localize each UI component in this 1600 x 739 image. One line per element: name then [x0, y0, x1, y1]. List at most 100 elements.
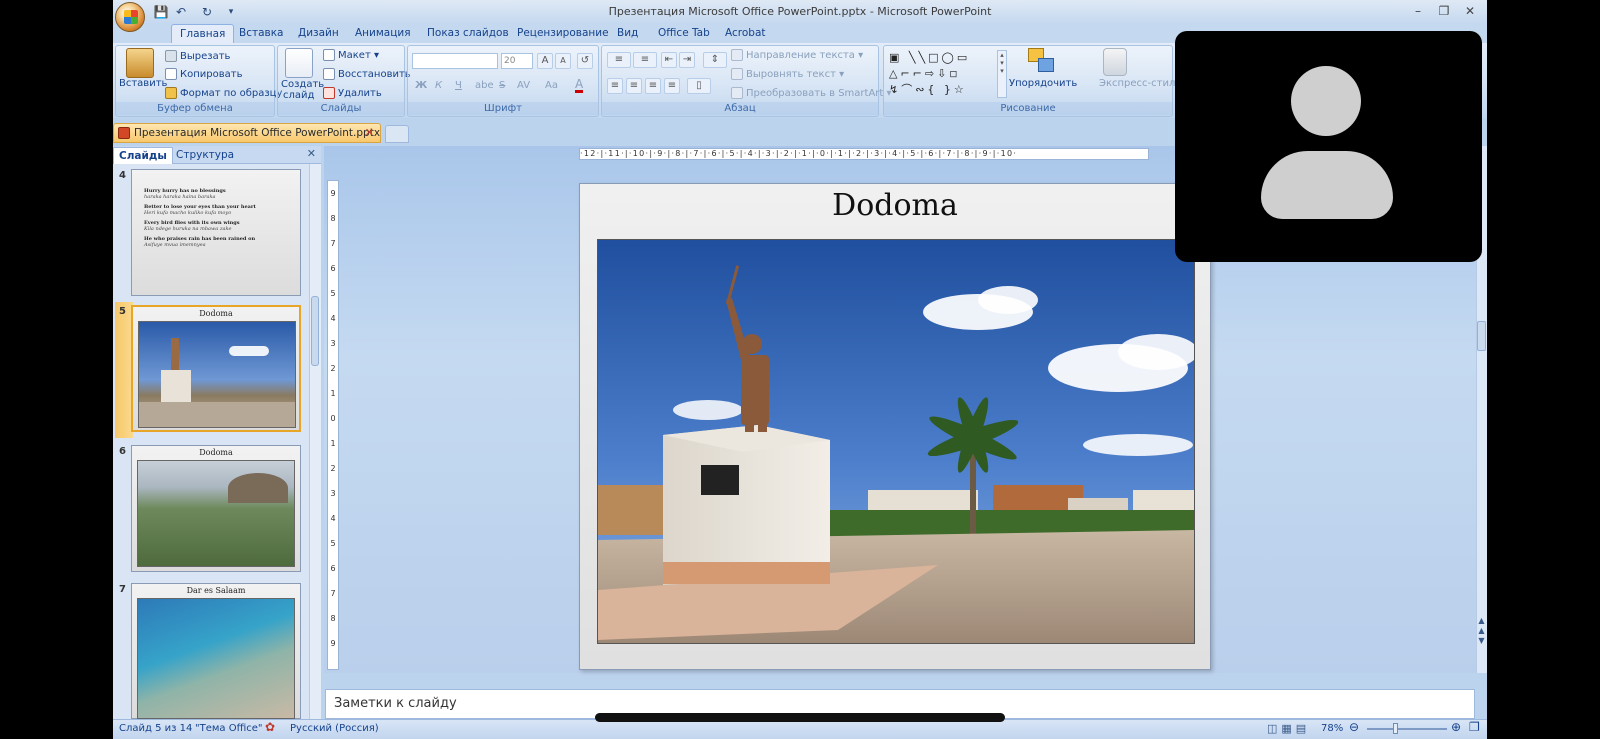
- increase-indent-button[interactable]: ⇥: [679, 52, 695, 68]
- format-painter-button[interactable]: Формат по образцу: [165, 87, 282, 99]
- view-buttons[interactable]: ◫▦▤: [1267, 722, 1310, 735]
- text-direction-button[interactable]: Направление текста ▾: [731, 49, 863, 61]
- font-size-combo[interactable]: 20: [501, 53, 533, 69]
- proverb: Every bird flies with its own wings Kila …: [144, 220, 240, 232]
- tab-insert[interactable]: Вставка: [231, 24, 292, 44]
- align-right-button[interactable]: ≡: [645, 78, 661, 94]
- prev-next-slide-icons[interactable]: ▲ ▲ ▼: [1477, 616, 1486, 646]
- italic-button[interactable]: К: [435, 80, 442, 91]
- grow-font-button[interactable]: A: [537, 53, 553, 69]
- dodoma-statue-photo[interactable]: [597, 239, 1195, 644]
- change-case-button[interactable]: Aa: [545, 80, 558, 91]
- convert-smartart-button[interactable]: Преобразовать в SmartArt ▾: [731, 87, 892, 99]
- zoom-in-icon[interactable]: ⊕: [1451, 720, 1461, 734]
- text-direction-icon: [731, 49, 743, 61]
- slide-title: Dodoma: [199, 309, 233, 318]
- slide-number: 7: [119, 584, 126, 595]
- tab-animation[interactable]: Анимация: [347, 24, 419, 44]
- zoom-slider[interactable]: [1367, 728, 1447, 730]
- zoom-level[interactable]: 78%: [1321, 723, 1343, 734]
- copy-icon: [165, 68, 177, 80]
- office-button[interactable]: [115, 2, 145, 32]
- tab-acrobat[interactable]: Acrobat: [717, 24, 774, 44]
- tab-view[interactable]: Вид: [609, 24, 646, 44]
- shadow-button[interactable]: abe: [475, 80, 494, 91]
- numbering-button[interactable]: ≡: [633, 52, 657, 68]
- slide-thumbnail-5[interactable]: 5 Dodoma: [115, 302, 301, 438]
- zoom-slider-thumb[interactable]: [1393, 723, 1398, 734]
- spellcheck-icon[interactable]: ✿: [265, 720, 275, 734]
- theme-name: "Тема Office": [195, 723, 263, 734]
- font-name-combo[interactable]: [412, 53, 498, 69]
- dodoma-statue-image: [138, 321, 296, 428]
- slide-thumbnail-7[interactable]: 7 Dar es Salaam: [115, 580, 301, 720]
- align-left-button[interactable]: ≡: [607, 78, 623, 94]
- editor-scrollbar-thumb[interactable]: [1477, 321, 1486, 351]
- group-label-paragraph: Абзац: [602, 102, 878, 115]
- quick-styles-button[interactable]: Экспресс-стили: [1099, 78, 1182, 89]
- line-spacing-button[interactable]: ⇕: [703, 52, 727, 68]
- document-tab-title: Презентация Microsoft Office PowerPoint.…: [134, 127, 381, 139]
- paste-button[interactable]: Вставить: [119, 78, 167, 89]
- new-slide-button-line2[interactable]: слайд: [283, 90, 314, 101]
- cut-button[interactable]: Вырезать: [165, 50, 230, 62]
- slide-title: Dodoma: [199, 448, 233, 457]
- new-tab-button[interactable]: [385, 125, 409, 143]
- new-slide-button-line1[interactable]: Создать: [281, 79, 324, 90]
- smartart-icon: [731, 87, 743, 99]
- slide-counter: Слайд 5 из 14: [119, 723, 193, 734]
- scrollbar-thumb[interactable]: [311, 296, 319, 366]
- slide-number: 5: [119, 306, 126, 317]
- copy-button[interactable]: Копировать: [165, 68, 242, 80]
- vertical-ruler: 9876543210123456789: [327, 180, 339, 670]
- columns-button[interactable]: ▯: [687, 78, 711, 94]
- delete-slide-button[interactable]: Удалить: [323, 87, 382, 99]
- maximize-icon[interactable]: ❐: [1433, 3, 1455, 19]
- arrange-icon[interactable]: [1028, 48, 1056, 76]
- tab-outline[interactable]: Структура: [171, 147, 239, 164]
- tab-slides[interactable]: Слайды: [113, 147, 173, 164]
- align-text-button[interactable]: Выровнять текст ▾: [731, 68, 844, 80]
- zoom-out-icon[interactable]: ⊖: [1349, 720, 1359, 734]
- tab-home[interactable]: Главная: [171, 24, 235, 44]
- close-icon[interactable]: ✕: [1459, 3, 1481, 19]
- shapes-gallery[interactable]: ▣ ╲╲□◯▭ △⌐⌐⇨⇩◽ ↯⌒∾{ }☆: [889, 50, 997, 100]
- tab-review[interactable]: Рецензирование: [509, 24, 617, 44]
- minimize-icon[interactable]: –: [1407, 3, 1429, 19]
- justify-button[interactable]: ≡: [664, 78, 680, 94]
- fit-to-window-icon[interactable]: ❐: [1469, 720, 1480, 734]
- quick-styles-icon[interactable]: [1103, 48, 1127, 76]
- align-center-button[interactable]: ≡: [626, 78, 642, 94]
- slides-pane-scrollbar[interactable]: [309, 164, 321, 719]
- shrink-font-button[interactable]: A: [555, 53, 571, 69]
- font-color-button[interactable]: A: [575, 78, 584, 93]
- bold-button[interactable]: Ж: [415, 80, 427, 91]
- char-spacing-button[interactable]: AV: [517, 80, 530, 91]
- home-indicator[interactable]: [595, 713, 1005, 722]
- underline-button[interactable]: Ч: [455, 80, 462, 91]
- close-tab-icon[interactable]: ✕: [365, 124, 374, 142]
- arrange-button[interactable]: Упорядочить: [1009, 78, 1077, 89]
- decrease-indent-button[interactable]: ⇤: [661, 52, 677, 68]
- brush-icon: [165, 87, 177, 99]
- document-tab[interactable]: Презентация Microsoft Office PowerPoint.…: [113, 123, 381, 143]
- current-slide[interactable]: Dodoma: [579, 183, 1211, 670]
- tab-office-tab[interactable]: Office Tab: [650, 24, 718, 44]
- layout-button[interactable]: Макет ▾: [323, 49, 379, 61]
- close-pane-icon[interactable]: ✕: [307, 147, 316, 160]
- slide-thumbnail-4[interactable]: 4 Hurry hurry has no blessings haraka har…: [115, 166, 301, 298]
- group-label-clipboard: Буфер обмена: [116, 102, 274, 115]
- clear-format-button[interactable]: ↺: [577, 53, 593, 69]
- shapes-gallery-more[interactable]: ▴ ▾ ▾: [997, 50, 1007, 98]
- new-slide-icon[interactable]: [285, 48, 313, 78]
- slide-title[interactable]: Dodoma: [580, 188, 1210, 223]
- tab-design[interactable]: Дизайн: [290, 24, 347, 44]
- strikethrough-button[interactable]: S: [499, 80, 505, 91]
- slide-preview: Dodoma: [131, 305, 301, 432]
- language-indicator[interactable]: Русский (Россия): [290, 723, 379, 734]
- tab-slideshow[interactable]: Показ слайдов: [419, 24, 517, 44]
- reset-button[interactable]: Восстановить: [323, 68, 411, 80]
- slide-thumbnail-6[interactable]: 6 Dodoma: [115, 442, 301, 574]
- paste-icon[interactable]: [126, 48, 154, 78]
- bullets-button[interactable]: ≡: [607, 52, 631, 68]
